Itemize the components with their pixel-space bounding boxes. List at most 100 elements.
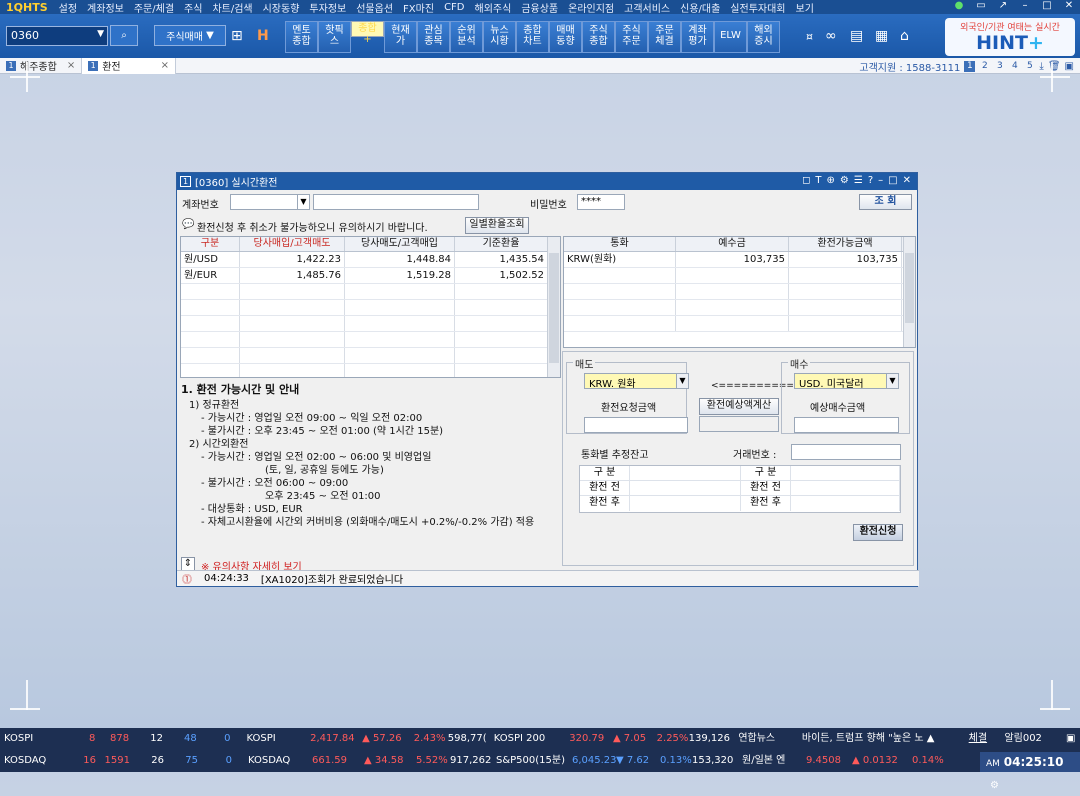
minimize-icon[interactable]: – — [878, 175, 883, 186]
scroll-thumb[interactable] — [905, 253, 914, 323]
chevron-down-icon[interactable]: ▼ — [676, 374, 688, 388]
maximize-icon[interactable]: □ — [1036, 0, 1058, 14]
trash-icon[interactable]: 🗑 — [1048, 61, 1061, 72]
quick-watchlist[interactable]: 관심 종목 — [417, 21, 450, 53]
menu-market[interactable]: 시장동향 — [258, 0, 305, 15]
quick-total[interactable]: 종합 + — [351, 21, 384, 45]
quick-chart[interactable]: 종합 차트 — [516, 21, 549, 53]
list-icon[interactable]: ☰ — [854, 175, 863, 186]
chevron-down-icon[interactable]: ▼ — [97, 29, 104, 39]
tab-alert[interactable]: 알림002 — [1000, 731, 1062, 747]
menu-invest[interactable]: 투자정보 — [304, 0, 351, 15]
table-scrollbar[interactable] — [547, 237, 560, 377]
search-button[interactable]: ⌕ — [110, 25, 138, 46]
close-icon[interactable]: ✕ — [1058, 0, 1080, 14]
panel-icon[interactable]: ▣ — [1062, 731, 1080, 747]
close-icon[interactable]: ✕ — [903, 175, 911, 186]
quick-stock-order[interactable]: 주식 주문 — [615, 21, 648, 53]
calculator-icon[interactable]: ▦ — [875, 28, 888, 44]
kospi200-name[interactable]: KOSPI 200 — [490, 731, 565, 747]
layout-icon[interactable]: ▣ — [1065, 61, 1074, 72]
sell-currency-select[interactable]: KRW. 원화 ▼ — [584, 373, 689, 390]
add-icon[interactable]: ⊞ — [231, 28, 243, 44]
maximize-icon[interactable]: □ — [888, 175, 897, 186]
menu-overseas[interactable]: 해외주식 — [470, 0, 517, 15]
account-select[interactable]: ▼ — [230, 194, 310, 210]
stock-order-select[interactable]: 주식매매 ▼ — [154, 25, 226, 46]
password-field[interactable]: **** — [577, 194, 625, 210]
h-logo-icon[interactable]: H — [257, 28, 269, 44]
menu-cfd[interactable]: CFD — [439, 2, 469, 13]
buy-currency-select[interactable]: USD. 미국달러 ▼ — [794, 373, 899, 390]
help-icon[interactable]: ? — [868, 175, 873, 186]
text-icon[interactable]: T — [815, 175, 821, 186]
minimize-icon[interactable]: – — [1014, 0, 1036, 14]
quick-stock-total[interactable]: 주식 종합 — [582, 21, 615, 53]
tab-fill[interactable]: 체결 — [965, 731, 1001, 747]
menu-futures[interactable]: 선물옵션 — [351, 0, 398, 15]
hint-banner[interactable]: 외국인/기관 여태는 실시간 HINT+ — [945, 18, 1075, 56]
close-icon[interactable]: × — [161, 60, 169, 71]
print-icon[interactable]: ▤ — [850, 28, 863, 44]
page-1[interactable]: 1 — [964, 60, 976, 72]
more-icon[interactable]: ¤ — [806, 30, 813, 43]
query-button[interactable]: 조 회 — [859, 194, 912, 210]
table-scrollbar[interactable] — [903, 237, 915, 347]
quick-rank[interactable]: 순위 분석 — [450, 21, 483, 53]
sp500-name[interactable]: S&P500(15분) — [492, 753, 568, 769]
monitor-icon[interactable]: ▭ — [970, 0, 992, 14]
table-row[interactable]: 원/EUR 1,485.76 1,519.28 1,502.52 — [181, 268, 560, 284]
window-titlebar[interactable]: 1 [0360] 실시간환전 ◻ T ⊕ ⚙ ☰ ? – □ ✕ — [177, 173, 917, 190]
link-icon[interactable]: ⊕ — [827, 175, 835, 186]
settings-icon[interactable]: ⚙ — [990, 780, 999, 791]
menu-credit[interactable]: 신용/대출 — [675, 0, 725, 15]
screen-code-input[interactable]: 0360 ▼ — [6, 26, 108, 46]
chevron-down-icon[interactable]: ▼ — [886, 374, 898, 388]
quick-news[interactable]: 뉴스 시황 — [483, 21, 516, 53]
menu-order[interactable]: 주문/체결 — [129, 0, 179, 15]
close-icon[interactable]: × — [67, 60, 75, 71]
page-3[interactable]: 3 — [994, 61, 1005, 72]
pin-icon[interactable]: ↗ — [992, 0, 1014, 14]
table-row[interactable]: 원/USD 1,422.23 1,448.84 1,435.54 — [181, 252, 560, 268]
menu-products[interactable]: 금융상품 — [516, 0, 563, 15]
quick-trend[interactable]: 매매 동향 — [549, 21, 582, 53]
chevron-down-icon[interactable]: ▼ — [297, 195, 309, 209]
menu-settings[interactable]: 설정 — [54, 0, 82, 15]
news-headline[interactable]: 바이든, 트럼프 향해 "높은 노 ▲ — [798, 731, 965, 747]
menu-chart[interactable]: 차트/검색 — [207, 0, 257, 15]
expand-icon[interactable]: ⇕ — [181, 557, 195, 571]
page-4[interactable]: 4 — [1009, 61, 1020, 72]
buy-amount-input[interactable] — [794, 417, 899, 433]
daily-rate-button[interactable]: 일별환율조회 — [465, 217, 529, 234]
settings-icon[interactable]: ⚙ — [840, 175, 849, 186]
menu-view[interactable]: 보기 — [791, 0, 819, 15]
quick-hotpick[interactable]: 핫픽 스 — [318, 21, 351, 53]
home-icon[interactable]: ⌂ — [900, 28, 909, 44]
menu-online[interactable]: 온라인지점 — [563, 0, 619, 15]
tab-exchange[interactable]: 1 환전 × — [82, 57, 176, 74]
menu-account[interactable]: 계좌정보 — [82, 0, 129, 15]
quick-overseas[interactable]: 해외 증시 — [747, 21, 780, 53]
menu-stock[interactable]: 주식 — [179, 0, 207, 15]
kosdaq-index-name[interactable]: KOSDAQ — [236, 753, 308, 769]
quick-elw[interactable]: ELW — [714, 21, 747, 53]
quick-mentor[interactable]: 멘토 종합 — [285, 21, 318, 53]
table-row[interactable]: KRW(원화) 103,735 103,735 — [564, 252, 915, 268]
quick-fill[interactable]: 주문 체결 — [648, 21, 681, 53]
menu-service[interactable]: 고객서비스 — [619, 0, 675, 15]
kospi-index-name[interactable]: KOSPI — [235, 731, 307, 747]
quick-account-eval[interactable]: 계좌 평가 — [681, 21, 714, 53]
apply-exchange-button[interactable]: 환전신청 — [853, 524, 903, 541]
quick-price[interactable]: 현재 가 — [384, 21, 417, 53]
page-2[interactable]: 2 — [979, 61, 990, 72]
scroll-thumb[interactable] — [549, 253, 559, 363]
jpy-name[interactable]: 원/일본 엔 — [738, 753, 802, 769]
page-5[interactable]: 5 — [1024, 61, 1035, 72]
menu-contest[interactable]: 실전투자대회 — [725, 0, 790, 15]
calc-button[interactable]: 환전예상액계산 — [699, 398, 779, 415]
menu-fx[interactable]: FX마진 — [398, 0, 439, 15]
download-icon[interactable]: ⤓ — [1039, 61, 1043, 72]
news-source[interactable]: 연합뉴스 — [734, 731, 798, 747]
tab-overseas-total[interactable]: 1 해주종합 × — [0, 57, 83, 74]
